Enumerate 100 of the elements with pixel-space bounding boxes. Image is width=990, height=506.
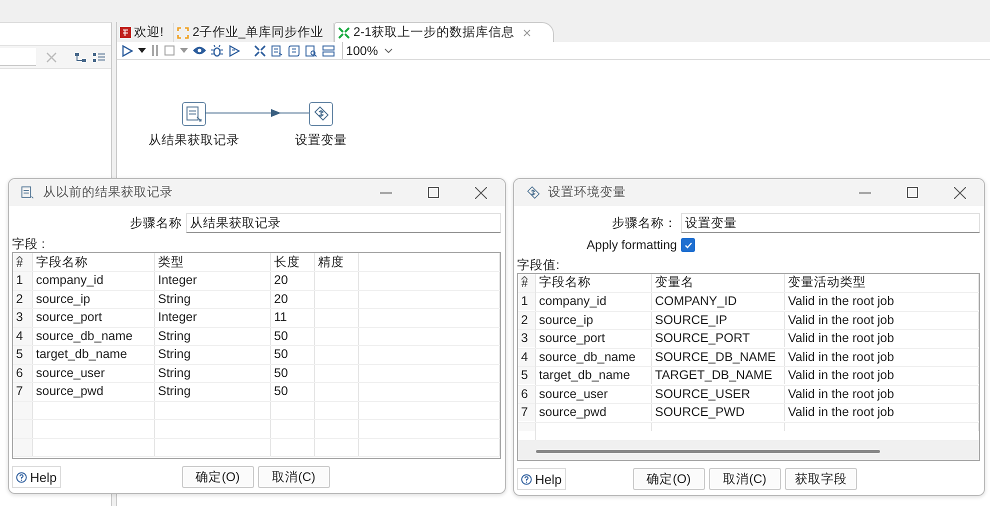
column-header[interactable]: # xyxy=(16,260,23,268)
bug-icon[interactable] xyxy=(211,44,223,56)
stop-icon[interactable] xyxy=(164,45,175,56)
layout-icon[interactable] xyxy=(322,44,335,56)
table-cell: COMPANY_ID xyxy=(655,293,737,310)
checkbox[interactable] xyxy=(681,238,695,252)
close-icon[interactable] xyxy=(954,186,966,198)
dialog-button[interactable]: 确定(O) xyxy=(632,468,705,490)
row-number: 6 xyxy=(16,364,23,382)
run-icon[interactable] xyxy=(121,44,133,56)
table-cell: SOURCE_USER xyxy=(655,386,750,403)
column-header[interactable]: 变量活动类型 xyxy=(788,274,866,292)
table-cell: Valid in the root job xyxy=(788,293,894,310)
table-cell: Valid in the root job xyxy=(788,348,894,366)
step-name-field[interactable]: 设置变量 xyxy=(681,213,980,233)
dialog-title: 从以前的结果获取记录 xyxy=(43,184,174,201)
table-cell: 50 xyxy=(274,346,288,364)
table-cell: SOURCE_PWD xyxy=(655,404,745,422)
table-cell: source_port xyxy=(36,309,102,326)
step-name-field[interactable]: 从结果获取记录 xyxy=(186,213,501,233)
eye-icon[interactable] xyxy=(193,46,206,55)
table-cell: String xyxy=(158,290,191,308)
row-number: 1 xyxy=(521,293,528,310)
table-cell: SOURCE_PORT xyxy=(655,330,750,348)
row-number: 4 xyxy=(521,348,528,366)
step-label: 从结果获取记录 xyxy=(148,132,240,149)
replay-icon[interactable] xyxy=(228,44,240,56)
column-header[interactable]: 变量名 xyxy=(655,274,694,292)
document-icon[interactable] xyxy=(271,44,283,56)
column-header[interactable]: 精度 xyxy=(318,254,344,270)
job-icon xyxy=(177,26,190,38)
sort-icon[interactable] xyxy=(16,256,23,260)
help-button[interactable]: Help xyxy=(517,468,566,490)
column-header[interactable]: 字段名称 xyxy=(539,274,591,292)
table-cell: Integer xyxy=(158,309,197,326)
help-icon xyxy=(16,472,27,482)
table-cell: String xyxy=(158,364,191,382)
table-cell: 20 xyxy=(274,272,288,290)
table-cell: source_db_name xyxy=(539,348,636,366)
dialog-button[interactable]: 取消(C) xyxy=(258,466,330,488)
rows-step-icon xyxy=(21,186,35,200)
maximize-icon[interactable] xyxy=(428,187,439,198)
table-cell: source_ip xyxy=(36,290,90,308)
caret-icon[interactable] xyxy=(138,48,146,53)
tree-icon[interactable] xyxy=(75,52,87,62)
database-search-icon[interactable] xyxy=(305,44,317,56)
row-number: 7 xyxy=(16,383,23,400)
script-icon[interactable] xyxy=(288,44,300,56)
table-cell: source_db_name xyxy=(36,328,133,345)
search-field[interactable] xyxy=(0,48,36,66)
column-header[interactable]: 长度 xyxy=(274,254,300,270)
zoom-dropdown[interactable]: 100% xyxy=(342,42,397,59)
table-cell: 20 xyxy=(274,290,288,308)
table-cell: 50 xyxy=(274,328,288,345)
variable-step-icon[interactable] xyxy=(309,102,333,126)
table-cell: TARGET_DB_NAME xyxy=(655,367,772,384)
column-header[interactable]: 类型 xyxy=(158,254,184,270)
table-cell: company_id xyxy=(36,272,104,290)
table-cell: source_pwd xyxy=(539,404,606,422)
row-number: 3 xyxy=(521,330,528,348)
row-number: 4 xyxy=(16,328,23,345)
editor-tab[interactable]: 2-1获取上一步的数据库信息 xyxy=(334,22,554,42)
table-cell: target_db_name xyxy=(539,367,630,384)
dialog-button[interactable]: 取消(C) xyxy=(708,468,781,490)
welcome-icon xyxy=(120,27,131,38)
table-cell: Valid in the root job xyxy=(788,367,894,384)
maximize-icon[interactable] xyxy=(907,187,918,198)
table-cell: 50 xyxy=(274,383,288,400)
rows-step-icon[interactable] xyxy=(182,102,206,126)
step-name-label: 步骤名称 xyxy=(129,214,182,232)
table-cell: source_user xyxy=(539,386,608,403)
table-cell: source_user xyxy=(36,364,105,382)
table-cell: Valid in the root job xyxy=(788,386,894,403)
table-cell: source_ip xyxy=(539,312,594,329)
help-button[interactable]: Help xyxy=(12,466,61,488)
scrollbar-thumb[interactable] xyxy=(536,450,880,452)
table-cell: company_id xyxy=(539,293,606,310)
horizontal-scrollbar[interactable] xyxy=(518,441,979,460)
caret-icon xyxy=(384,48,393,54)
table-cell: 11 xyxy=(274,309,287,326)
table-cell: target_db_name xyxy=(36,346,128,364)
apply-formatting-label: Apply formatting xyxy=(586,238,677,252)
row-number: 5 xyxy=(16,346,23,364)
close-icon[interactable] xyxy=(523,28,532,36)
row-number: 5 xyxy=(521,367,528,384)
table-cell: Valid in the root job xyxy=(788,312,894,329)
dialog-button[interactable]: 获取字段 xyxy=(784,468,857,490)
dialog-title: 设置环境变量 xyxy=(548,184,627,201)
table-cell: SOURCE_DB_NAME xyxy=(655,348,776,366)
table-cell: SOURCE_IP xyxy=(655,312,728,329)
variable-step-icon xyxy=(526,186,540,200)
help-icon xyxy=(521,474,532,484)
table-cell: Valid in the root job xyxy=(788,330,894,348)
column-header[interactable]: 字段名称 xyxy=(36,254,88,270)
dialog-button[interactable]: 确定(O) xyxy=(182,466,254,488)
transform-icon xyxy=(338,26,350,38)
sort-icon[interactable] xyxy=(521,276,528,280)
close-icon[interactable] xyxy=(475,186,487,198)
list-icon[interactable] xyxy=(93,52,105,62)
step-label: 设置变量 xyxy=(295,132,347,149)
